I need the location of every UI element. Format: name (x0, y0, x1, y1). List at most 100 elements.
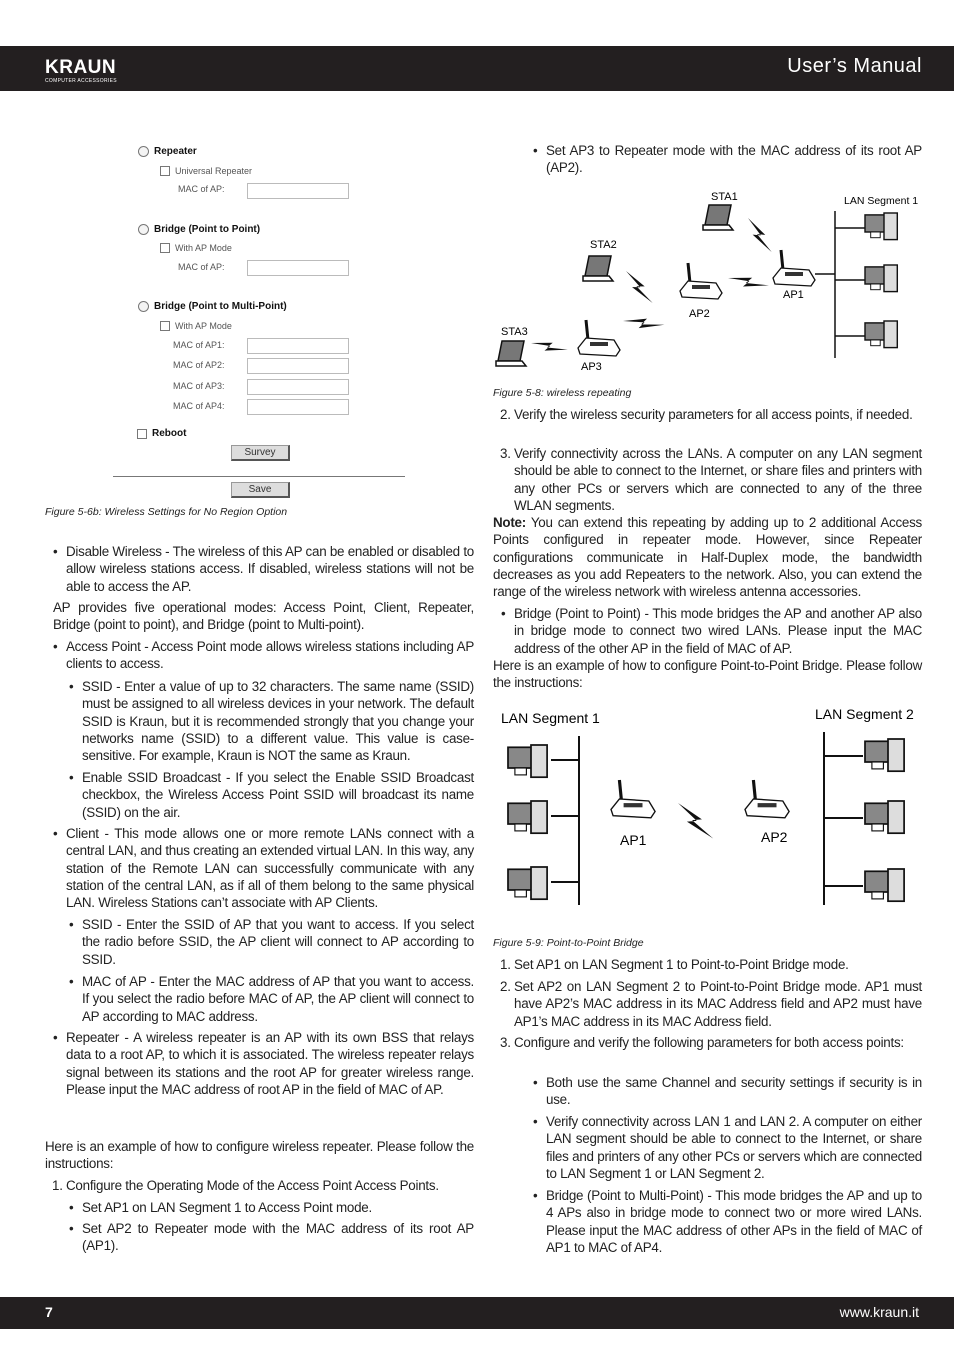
router-body (772, 267, 816, 287)
monitor (864, 322, 887, 341)
bullet-item: • Enable SSID Broadcast - If you select t… (69, 769, 474, 821)
desktop-computer-icon (864, 264, 899, 293)
monitor (864, 266, 887, 285)
tower (530, 866, 548, 901)
block-text: Repeater - A wireless repeater is an AP … (66, 1030, 474, 1097)
monitor (864, 870, 892, 893)
desktop-computer-icon (864, 320, 899, 349)
wireless-signal-icon (626, 271, 653, 303)
mac-ap2-label: MAC of AP2: (173, 360, 225, 370)
desktop-computer-icon (864, 800, 905, 835)
stand (871, 891, 884, 900)
block-text: You can extend this repeating by adding … (493, 515, 922, 600)
reboot-checkbox[interactable] (137, 428, 147, 439)
bullet-icon: • (53, 1030, 58, 1045)
desktop-computer-icon (507, 744, 548, 779)
lightning (531, 342, 568, 351)
wireless-repeating-diagram: STA1 STA2 STA3 AP1 AP2 AP3 LAN Segment 1 (495, 191, 918, 373)
block-text: Configure and verify the following param… (514, 1035, 904, 1050)
note-label: Note: (493, 515, 526, 530)
step-number: 1. (500, 957, 511, 972)
with-ap-mode-checkbox[interactable] (160, 243, 170, 253)
block-text: Set AP3 to Repeater mode with the MAC ad… (546, 143, 922, 176)
universal-repeater-checkbox[interactable] (160, 166, 170, 176)
bridge-p2mp-radio[interactable] (138, 301, 149, 312)
repeater-radio[interactable] (138, 146, 149, 157)
reboot-option[interactable]: Reboot (137, 428, 186, 439)
bullet-icon: • (53, 826, 58, 841)
antenna (751, 779, 758, 802)
block-text: Access Point - Access Point mode allows … (66, 639, 474, 672)
antenna (779, 249, 785, 271)
bullet-icon: • (69, 770, 74, 785)
bridge-mac-input[interactable] (247, 260, 349, 276)
mac-ap3-input[interactable] (247, 379, 349, 395)
with-ap-mode-checkbox[interactable] (160, 321, 170, 331)
mac-ap1-input[interactable] (247, 338, 349, 354)
lightning (748, 218, 772, 253)
stand (871, 761, 884, 770)
mac-of-ap-label: MAC of AP: (178, 262, 225, 272)
page-header: KRAUN COMPUTER ACCESSORIES User’s Manual (0, 46, 954, 91)
monitor (864, 740, 892, 763)
numbered-step: 2. Verify the wireless security parameter… (500, 406, 922, 423)
repeater-option[interactable]: Repeater (138, 146, 197, 157)
wireless-signal-icon (728, 277, 769, 287)
desktop-computer-icon (507, 800, 548, 835)
wireless-signal-icon (623, 318, 665, 329)
figure-caption: Figure 5-8: wireless repeating (493, 387, 632, 399)
stand (514, 767, 527, 776)
with-ap-mode-option[interactable]: With AP Mode (160, 243, 232, 253)
numbered-step: 1. Set AP1 on LAN Segment 1 to Point-to-P… (500, 956, 922, 973)
save-button[interactable]: Save (231, 482, 290, 498)
block-text: Verify connectivity across LAN 1 and LAN… (546, 1114, 922, 1181)
paragraph: Here is an example of how to configure w… (45, 1138, 474, 1173)
bullet-icon: • (69, 917, 74, 932)
mac-ap4-input[interactable] (247, 399, 349, 415)
stand (514, 889, 527, 898)
block-text: Bridge (Point to Point) - This mode brid… (514, 606, 922, 656)
desktop-computer-icon (864, 868, 905, 903)
website-link[interactable]: www.kraun.it (840, 1304, 919, 1320)
router-icon (577, 319, 621, 357)
block-text: SSID - Enter the SSID of AP that you wan… (82, 917, 474, 967)
wireless-signal-icon (748, 218, 772, 253)
bridge-p2p-option[interactable]: Bridge (Point to Point) (138, 224, 260, 235)
step-number: 3. (500, 446, 511, 461)
lightning (728, 277, 769, 287)
ap2-label: AP2 (761, 829, 788, 845)
mac-ap4-label: MAC of AP4: (173, 401, 225, 411)
bridge-p2p-radio[interactable] (138, 224, 149, 235)
with-ap-mode-option[interactable]: With AP Mode (160, 321, 232, 331)
stand (871, 823, 884, 832)
repeater-mac-input[interactable] (247, 183, 349, 199)
block-text: MAC of AP - Enter the MAC address of AP … (82, 974, 474, 1024)
laptop-screen (584, 255, 612, 277)
step-number: 2. (500, 407, 511, 422)
bullet-item: • Access Point - Access Point mode allows… (53, 638, 474, 673)
figure-caption: Figure 5-9: Point-to-Point Bridge (493, 937, 644, 949)
stand (514, 823, 527, 832)
block-text: Verify the wireless security parameters … (514, 407, 913, 422)
block-text: Verify connectivity across the LANs. A c… (514, 446, 922, 513)
survey-button[interactable]: Survey (231, 445, 290, 461)
router-icon (744, 779, 790, 819)
paragraph: Here is an example of how to configure P… (493, 657, 922, 692)
tower (530, 800, 548, 835)
router-leds (590, 342, 608, 346)
mac-of-ap-label: MAC of AP: (178, 184, 225, 194)
sta3-label: STA3 (501, 326, 528, 338)
lan-segment-1-label: LAN Segment 1 (501, 710, 600, 726)
bullet-item: • Set AP3 to Repeater mode with the MAC a… (533, 142, 922, 177)
bullet-item: • Client - This mode allows one or more r… (53, 825, 474, 911)
tower (530, 744, 548, 779)
bullet-icon: • (69, 679, 74, 694)
bridge-p2mp-option[interactable]: Bridge (Point to Multi-Point) (138, 301, 287, 312)
universal-repeater-option[interactable]: Universal Repeater (160, 166, 252, 176)
router-icon (772, 249, 816, 287)
monitor (864, 214, 887, 233)
mac-ap2-input[interactable] (247, 358, 349, 374)
desktop-computer-icon (864, 738, 905, 773)
laptop-base (495, 360, 528, 367)
block-text: Here is an example of how to configure w… (45, 1139, 474, 1172)
